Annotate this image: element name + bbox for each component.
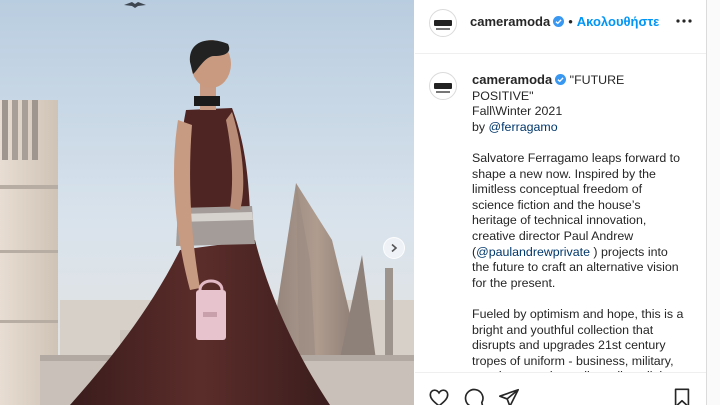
- separator-dot: •: [568, 14, 573, 29]
- follow-button[interactable]: Ακολουθήστε: [577, 14, 660, 29]
- mention-paulandrewprivate[interactable]: @paulandrewprivate: [476, 245, 590, 259]
- more-options-button[interactable]: [676, 13, 692, 29]
- caption-paragraph-3: Fueled by optimism and hope, this is a b…: [472, 306, 684, 372]
- caption-paragraph-2a: Salvatore Ferragamo leaps forward to sha…: [472, 150, 680, 259]
- comment-icon: [464, 388, 484, 405]
- chevron-right-icon: [391, 243, 398, 253]
- caption-text: cameramoda "FUTURE POSITIVE" Fall\Winter…: [472, 72, 687, 372]
- like-button[interactable]: [428, 387, 450, 405]
- camera-moda-logo-icon: [434, 20, 452, 30]
- fashion-photo: [0, 0, 414, 405]
- heart-icon: [429, 389, 449, 405]
- save-button[interactable]: [671, 387, 693, 405]
- author-avatar[interactable]: [429, 9, 457, 37]
- post-side-panel: cameramoda • Ακολουθήστε cameramoda "FUTUR…: [415, 0, 706, 405]
- post-actions: [415, 372, 706, 405]
- next-image-button[interactable]: [383, 237, 405, 259]
- camera-moda-logo-icon: [434, 83, 452, 93]
- caption-line-by: by: [472, 119, 489, 134]
- post-header: cameramoda • Ακολουθήστε: [415, 0, 706, 54]
- author-username[interactable]: cameramoda: [470, 14, 550, 29]
- header-user-row: cameramoda • Ακολουθήστε: [470, 14, 659, 29]
- post-image[interactable]: [0, 0, 414, 405]
- caption-author-avatar[interactable]: [429, 72, 457, 100]
- comment-button[interactable]: [463, 387, 485, 405]
- share-icon: [499, 388, 519, 405]
- post-card: cameramoda • Ακολουθήστε cameramoda "FUTUR…: [0, 0, 707, 405]
- verified-badge-icon: [555, 74, 567, 85]
- caption-line-season: Fall\Winter 2021: [472, 104, 563, 119]
- post-caption: cameramoda "FUTURE POSITIVE" Fall\Winter…: [415, 54, 706, 372]
- more-horizontal-icon: [676, 19, 692, 23]
- caption-username[interactable]: cameramoda: [472, 72, 552, 87]
- mention-ferragamo[interactable]: @ferragamo: [489, 120, 558, 134]
- instagram-post-frame: cameramoda • Ακολουθήστε cameramoda "FUTUR…: [0, 0, 720, 405]
- bookmark-icon: [674, 388, 690, 405]
- share-button[interactable]: [498, 387, 520, 405]
- verified-badge-icon: [553, 16, 565, 27]
